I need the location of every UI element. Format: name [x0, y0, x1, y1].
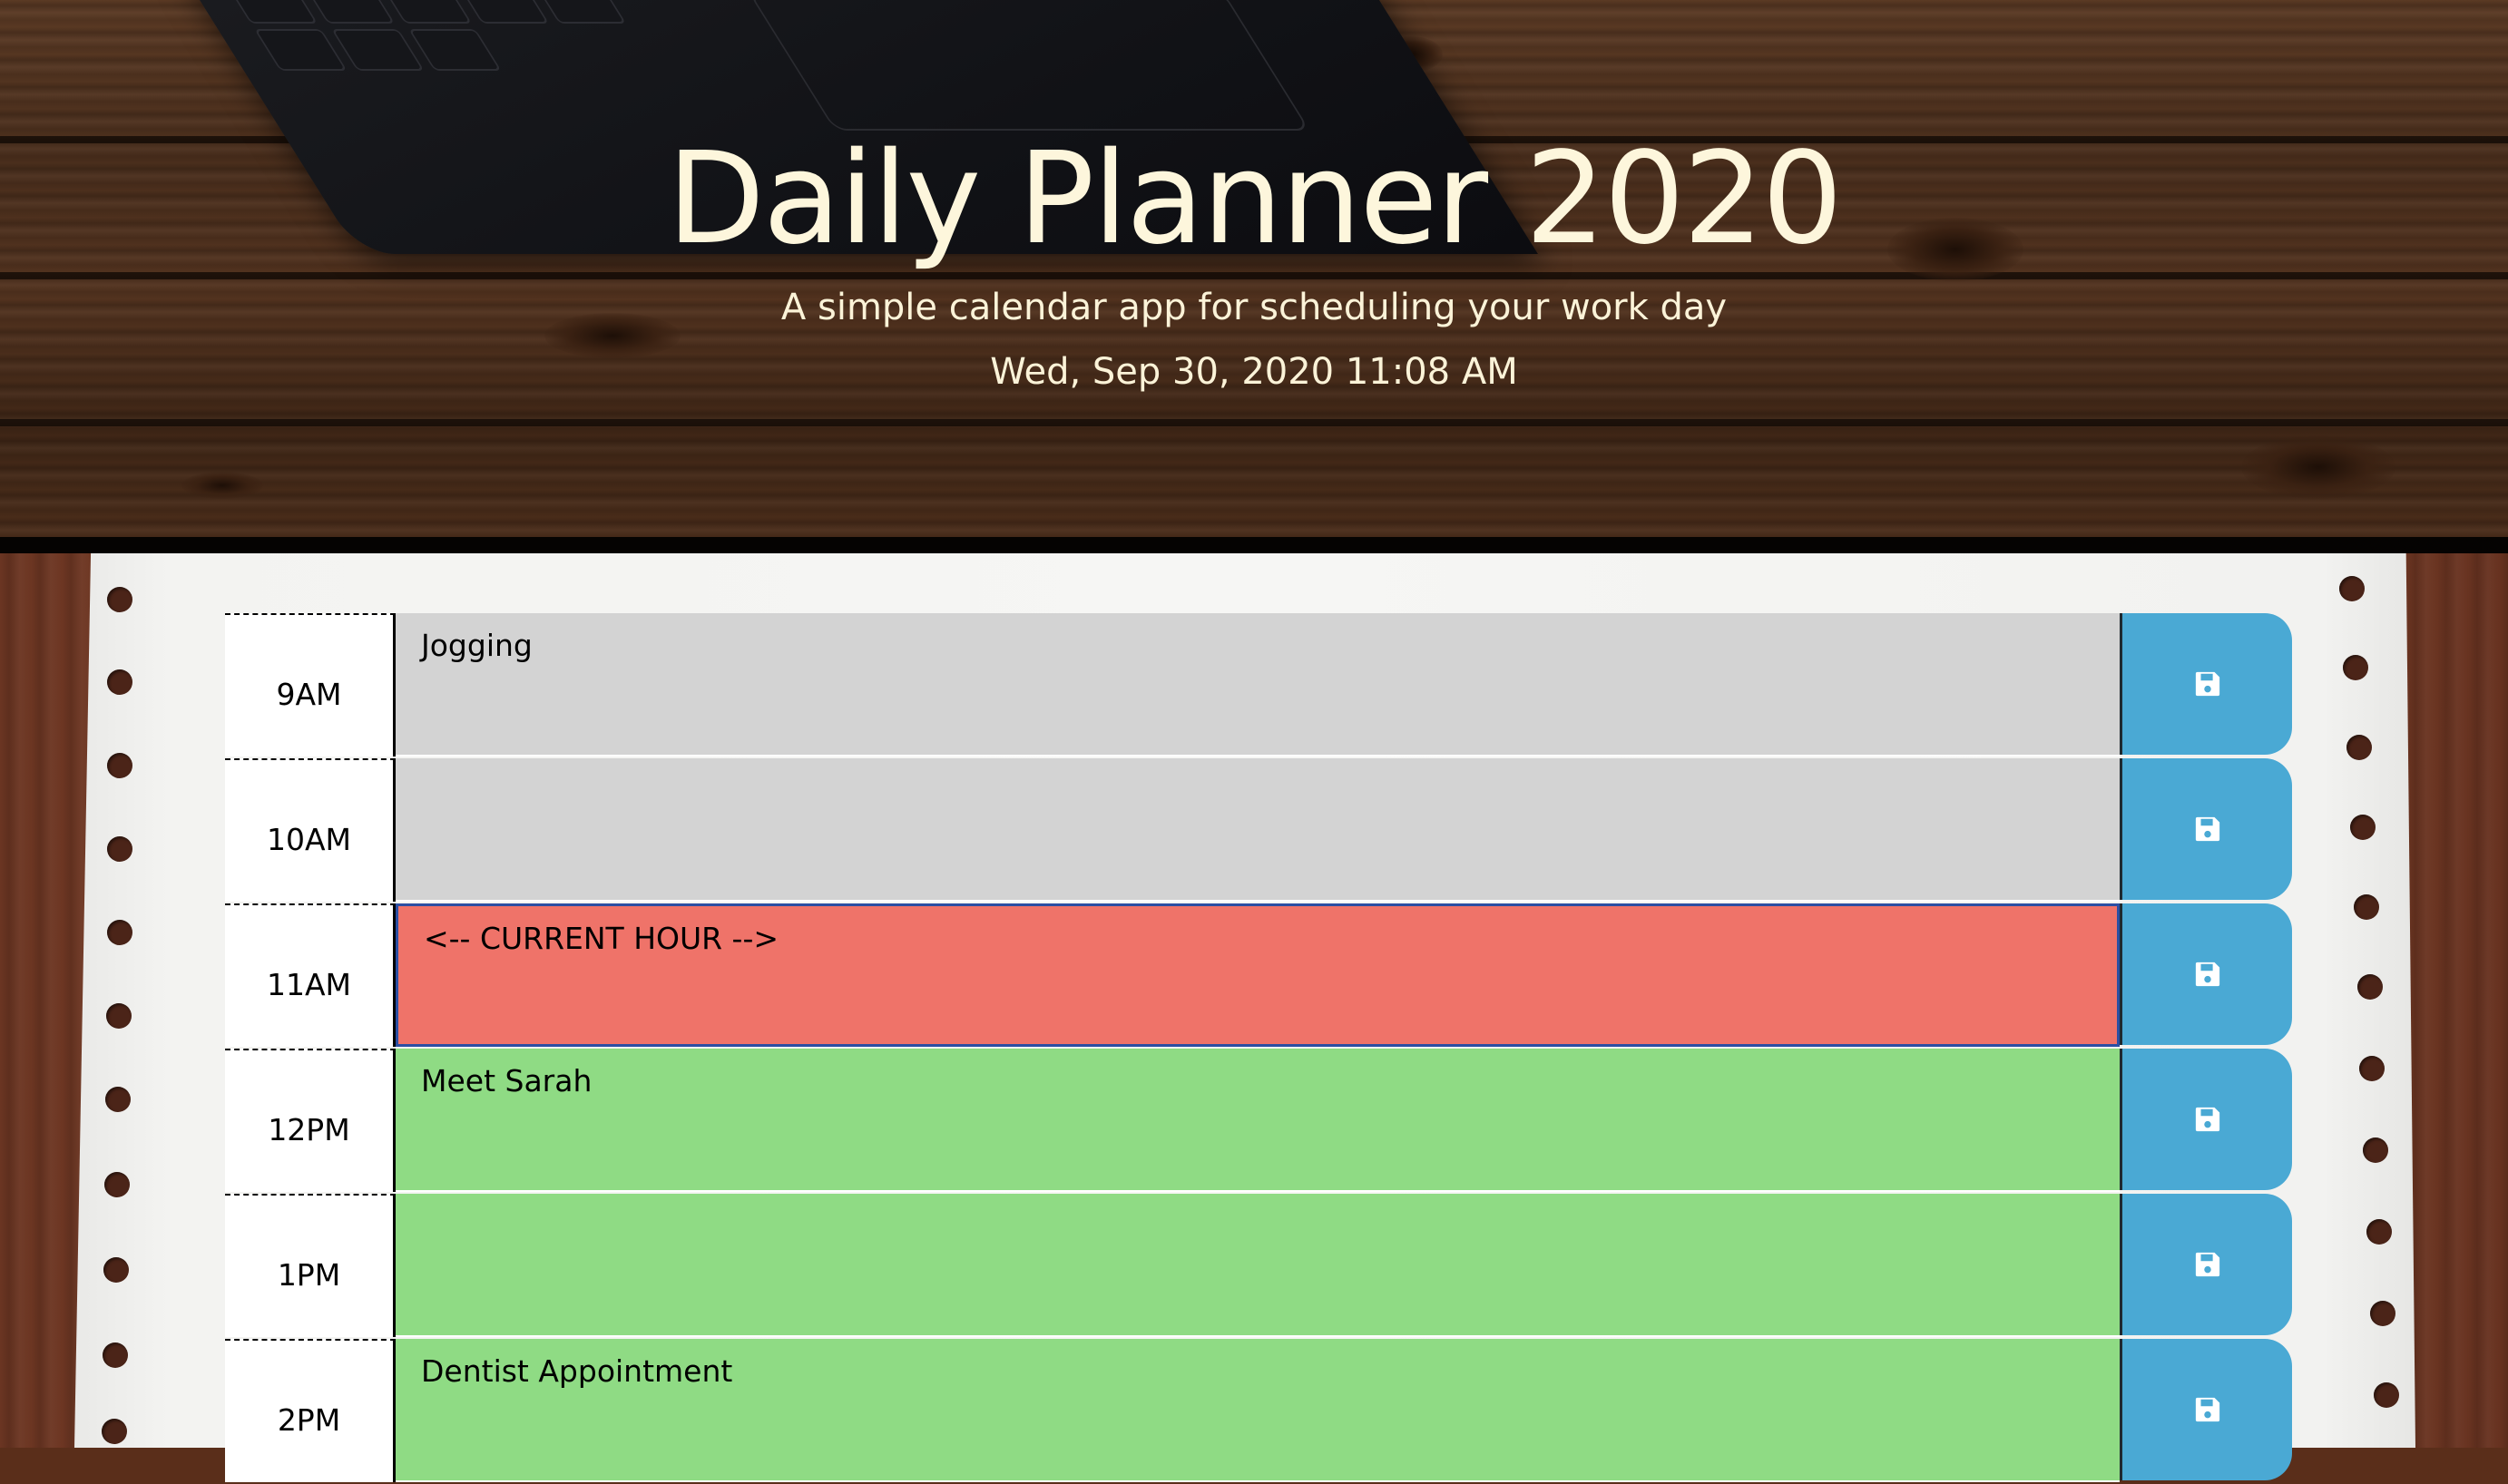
event-description-input[interactable]: <-- CURRENT HOUR -->	[396, 903, 2120, 1047]
event-description-input[interactable]: Dentist Appointment	[396, 1339, 2120, 1482]
event-description-input[interactable]: Meet Sarah	[396, 1049, 2120, 1192]
paper-hole	[2374, 1382, 2399, 1408]
hour-label: 12PM	[225, 1049, 396, 1192]
floppy-disk-icon	[2195, 1107, 2219, 1132]
event-description-input[interactable]	[396, 1194, 2120, 1337]
save-button[interactable]	[2120, 903, 2292, 1045]
laptop-trackpad	[747, 0, 1310, 131]
laptop-key	[224, 0, 318, 24]
paper-hole	[103, 1342, 128, 1368]
paper-hole	[105, 1087, 131, 1112]
hour-label: 10AM	[225, 758, 396, 902]
time-block-10am: 10AM	[225, 758, 2294, 903]
paper-hole	[2366, 1219, 2392, 1245]
time-block-1pm: 1PM	[225, 1194, 2294, 1339]
save-button[interactable]	[2120, 1194, 2292, 1335]
paper-hole	[2370, 1301, 2395, 1326]
floppy-disk-icon	[2195, 962, 2219, 987]
floppy-disk-icon	[2195, 1397, 2219, 1422]
hour-label: 1PM	[225, 1194, 396, 1337]
save-button[interactable]	[2120, 1339, 2292, 1480]
event-description-input[interactable]	[396, 758, 2120, 902]
time-block-11am: 11AM <-- CURRENT HOUR -->	[225, 903, 2294, 1049]
time-block-12pm: 12PM Meet Sarah	[225, 1049, 2294, 1194]
event-description-input[interactable]: Jogging	[396, 613, 2120, 757]
paper-hole	[107, 920, 132, 945]
paper-hole	[107, 587, 132, 612]
wood-knot	[2241, 435, 2395, 499]
paper-hole	[2346, 735, 2372, 760]
hour-label: 11AM	[225, 903, 396, 1047]
time-block-2pm: 2PM Dentist Appointment	[225, 1339, 2294, 1484]
laptop-key	[407, 29, 502, 71]
paper-hole	[107, 669, 132, 695]
paper-hole	[102, 1419, 127, 1444]
save-button[interactable]	[2120, 613, 2292, 755]
hour-label: 9AM	[225, 613, 396, 757]
paper-hole	[106, 1003, 132, 1029]
laptop-key	[253, 29, 348, 71]
floppy-disk-icon	[2195, 671, 2219, 697]
wood-plank-seam	[0, 419, 2508, 426]
header-divider	[0, 537, 2508, 553]
paper-hole	[2359, 1056, 2385, 1081]
paper-hole	[2354, 894, 2379, 920]
paper-hole	[2343, 655, 2368, 680]
page-title: Daily Planner 2020	[667, 125, 1843, 273]
paper-hole	[2363, 1137, 2388, 1163]
paper-hole	[104, 1172, 130, 1197]
paper-hole	[107, 836, 132, 862]
current-datetime: Wed, Sep 30, 2020 11:08 AM	[990, 351, 1518, 393]
paper-hole	[2357, 974, 2383, 1000]
paper-hole	[2350, 815, 2376, 840]
header-banner: Daily Planner 2020 A simple calendar app…	[0, 0, 2508, 537]
hour-label: 2PM	[225, 1339, 396, 1482]
planner-container: 9AM Jogging 10AM 11AM <-- CURRENT HOUR -…	[225, 613, 2294, 1484]
wood-knot	[181, 472, 263, 499]
laptop-key	[330, 29, 425, 71]
paper-hole	[103, 1257, 129, 1283]
save-button[interactable]	[2120, 758, 2292, 900]
time-block-9am: 9AM Jogging	[225, 613, 2294, 758]
paper-hole	[2339, 576, 2365, 601]
page-subtitle: A simple calendar app for scheduling you…	[780, 287, 1728, 328]
floppy-disk-icon	[2195, 816, 2219, 842]
floppy-disk-icon	[2195, 1252, 2219, 1277]
save-button[interactable]	[2120, 1049, 2292, 1190]
paper-hole	[107, 753, 132, 778]
